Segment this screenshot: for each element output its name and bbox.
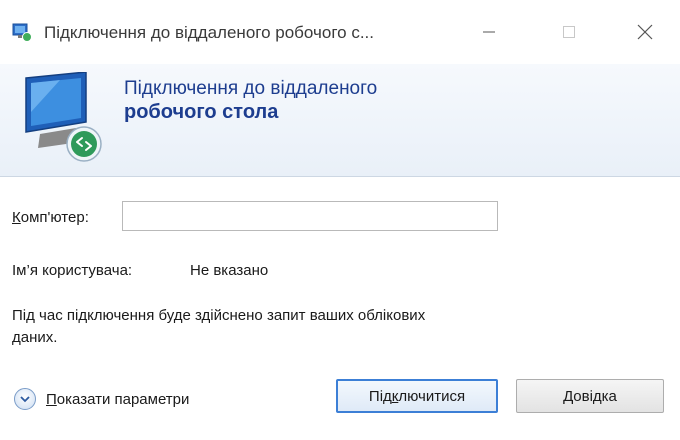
title-bar[interactable]: Підключення до віддаленого робочого с... xyxy=(0,0,680,64)
username-value: Не вказано xyxy=(190,262,269,279)
monitor-icon xyxy=(25,72,102,162)
show-options-toggle[interactable]: Показати параметри xyxy=(14,388,189,410)
banner-title-line2: робочого стола xyxy=(124,101,279,123)
computer-label-accesskey: К xyxy=(12,209,21,226)
computer-label: Комп'ютер: xyxy=(12,209,89,226)
connect-button[interactable]: Під к лючитися xyxy=(336,379,498,413)
remote-desktop-icon xyxy=(12,23,32,42)
close-icon xyxy=(637,24,653,40)
maximize-button[interactable] xyxy=(546,14,592,50)
banner-divider xyxy=(0,176,680,177)
help-label-text: овідка xyxy=(573,387,617,405)
help-button[interactable]: Довідка xyxy=(516,379,664,413)
connect-label-post: лючитися xyxy=(398,387,466,405)
show-options-label[interactable]: Показати параметри xyxy=(46,391,189,408)
computer-input[interactable] xyxy=(122,201,498,231)
chevron-down-icon[interactable] xyxy=(14,388,36,410)
username-label: Ім’я користувача: xyxy=(12,262,133,279)
maximize-icon xyxy=(563,26,575,38)
credentials-info-text: Під час підключення буде здійснено запит… xyxy=(12,307,426,346)
minimize-icon xyxy=(483,31,495,33)
banner-title-line1: Підключення до віддаленого xyxy=(124,78,378,99)
show-options-accesskey: П xyxy=(46,390,57,408)
show-options-text: оказати параметри xyxy=(56,390,190,408)
computer-label-text: омп'ютер: xyxy=(20,209,89,226)
window-title: Підключення до віддаленого робочого с... xyxy=(44,23,374,42)
minimize-button[interactable] xyxy=(466,14,512,50)
help-label-accesskey: Д xyxy=(563,387,574,405)
header-banner: Підключення до віддаленого робочого стол… xyxy=(0,64,680,176)
connect-label-pre: Під xyxy=(368,387,392,405)
close-button[interactable] xyxy=(622,14,668,50)
